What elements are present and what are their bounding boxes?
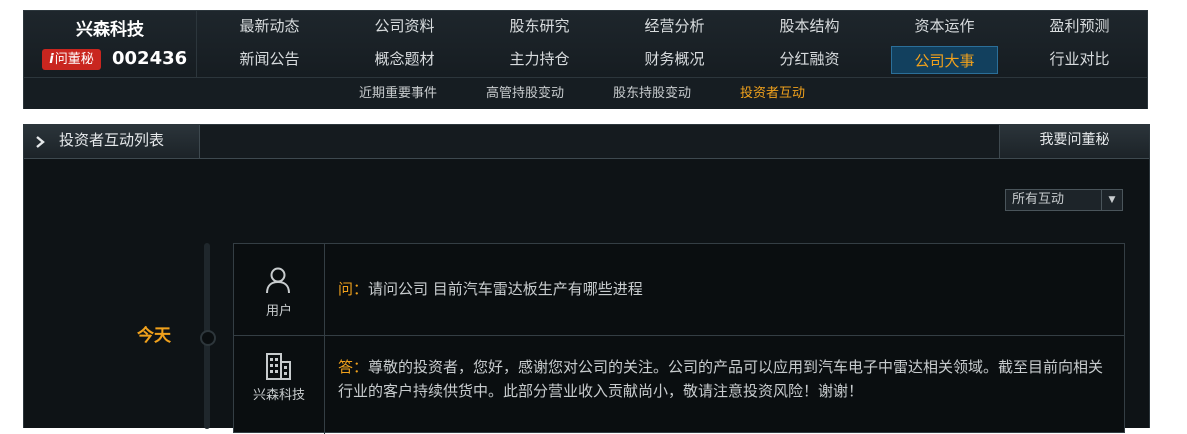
answer-author: 兴森科技 [234, 335, 325, 434]
ask-badge-label: 问董秘 [54, 52, 94, 67]
question-author-label: 用户 [265, 304, 292, 319]
subnav-investor-interaction[interactable]: 投资者互动 [740, 78, 805, 109]
menu-item-news-announcements[interactable]: 新闻公告 [202, 44, 337, 77]
panel-tab: 投资者互动列表 [24, 125, 200, 158]
investor-interaction-panel: 投资者互动列表 我要问董秘 所有互动 ▼ 今天 用户 问：请问公司 目前汽车雷达… [23, 124, 1150, 434]
building-icon [266, 353, 291, 380]
question-message: 问：请问公司 目前汽车雷达板生产有哪些进程 [338, 277, 1114, 301]
date-label: 今天 [137, 326, 171, 346]
menu-item-main-holdings[interactable]: 主力持仓 [472, 44, 607, 77]
ask-secretary-button[interactable]: 我要问董秘 [999, 125, 1149, 158]
menu-item-dividends-financing[interactable]: 分红融资 [742, 44, 877, 77]
menu-item-company-profile[interactable]: 公司资料 [337, 11, 472, 44]
menu-item-company-events[interactable]: 公司大事 [891, 46, 998, 74]
menu-item-latest-news[interactable]: 最新动态 [202, 11, 337, 44]
user-icon [266, 267, 290, 294]
company-brand: 兴森科技 i问董秘 002436 [24, 11, 197, 77]
top-navigation: 兴森科技 i问董秘 002436 最新动态 公司资料 股东研究 经营分析 股本结… [23, 10, 1148, 109]
chevron-right-icon [36, 136, 45, 148]
subnav-executive-holdings[interactable]: 高管持股变动 [486, 78, 564, 109]
subnav-recent-events[interactable]: 近期重要事件 [359, 78, 437, 109]
dropdown-arrow-icon[interactable]: ▼ [1101, 190, 1122, 210]
menu-item-capital-structure[interactable]: 股本结构 [742, 11, 877, 44]
menu-item-financial-overview[interactable]: 财务概况 [607, 44, 742, 77]
ask-secretary-badge[interactable]: i问董秘 [42, 49, 101, 70]
ask-badge-mark: i [49, 52, 54, 67]
panel-header: 投资者互动列表 我要问董秘 [24, 125, 1149, 159]
subnav-shareholder-holdings[interactable]: 股东持股变动 [613, 78, 691, 109]
filter-selected-value: 所有互动 [1012, 192, 1065, 207]
interaction-filter-select[interactable]: 所有互动 ▼ [1005, 189, 1123, 211]
timeline-dot [200, 330, 216, 346]
company-name: 兴森科技 [76, 20, 144, 40]
menu-item-shareholder-research[interactable]: 股东研究 [472, 11, 607, 44]
answer-tag: 答： [338, 358, 369, 376]
question-author: 用户 [234, 244, 325, 335]
answer-author-label: 兴森科技 [252, 388, 305, 403]
answer-message: 答：尊敬的投资者，您好，感谢您对公司的关注。公司的产品可以应用到汽车电子中雷达相… [338, 355, 1114, 403]
answer-text: 尊敬的投资者，您好，感谢您对公司的关注。公司的产品可以应用到汽车电子中雷达相关领… [338, 358, 1104, 400]
menu-item-industry-comparison[interactable]: 行业对比 [1012, 44, 1147, 77]
main-menu: 最新动态 公司资料 股东研究 经营分析 股本结构 资本运作 盈利预测 新闻公告 … [202, 11, 1147, 77]
sub-navigation: 近期重要事件 高管持股变动 股东持股变动 投资者互动 [24, 77, 1147, 109]
panel-title: 投资者互动列表 [59, 131, 165, 149]
qa-card: 用户 问：请问公司 目前汽车雷达板生产有哪些进程 兴森科技 答：尊敬的投资者，您… [233, 243, 1125, 434]
menu-item-capital-operation[interactable]: 资本运作 [877, 11, 1012, 44]
question-tag: 问： [338, 280, 369, 298]
menu-item-profit-forecast[interactable]: 盈利预测 [1012, 11, 1147, 44]
menu-item-concept-themes[interactable]: 概念题材 [337, 44, 472, 77]
question-text: 请问公司 目前汽车雷达板生产有哪些进程 [368, 280, 643, 298]
stock-code: 002436 [112, 48, 188, 69]
question-row: 用户 问：请问公司 目前汽车雷达板生产有哪些进程 [234, 244, 1124, 336]
answer-row: 兴森科技 答：尊敬的投资者，您好，感谢您对公司的关注。公司的产品可以应用到汽车电… [234, 335, 1124, 434]
menu-item-business-analysis[interactable]: 经营分析 [607, 11, 742, 44]
